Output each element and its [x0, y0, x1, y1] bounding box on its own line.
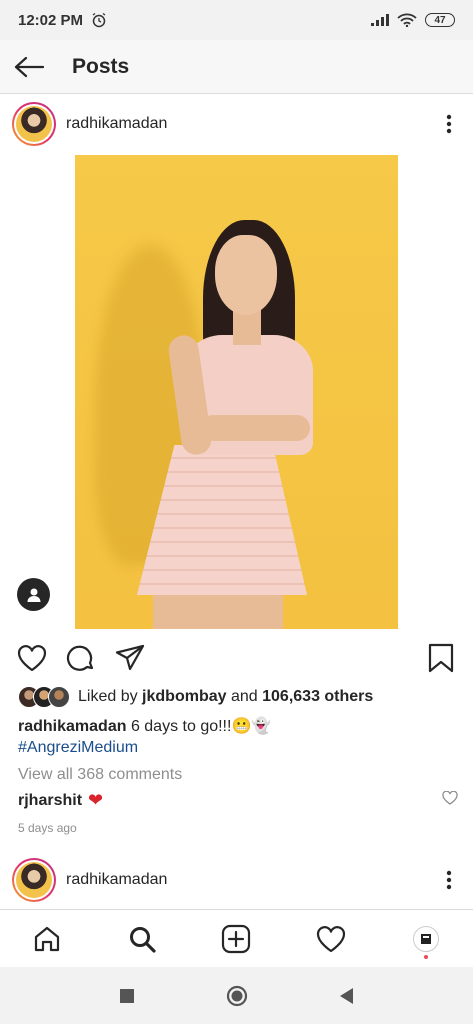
battery-indicator: 47 [425, 13, 455, 27]
home-icon [35, 926, 60, 951]
alarm-icon [92, 12, 106, 28]
system-back-button[interactable] [332, 981, 362, 1011]
save-button[interactable] [425, 642, 457, 674]
more-options-button[interactable] [437, 109, 461, 139]
user-icon [27, 588, 40, 602]
action-bar [0, 636, 473, 680]
search-icon [129, 926, 156, 953]
comment-row: rjharshit ❤ [18, 790, 458, 811]
heart-icon [442, 790, 458, 805]
comment-button[interactable] [65, 642, 97, 674]
add-post-icon [222, 924, 251, 953]
tagged-users-button[interactable] [17, 578, 50, 611]
post-header: radhikamadan [0, 95, 473, 153]
home-system-button[interactable] [222, 981, 252, 1011]
square-icon [119, 988, 134, 1003]
post-username[interactable]: radhikamadan [66, 115, 167, 133]
comment-like-button[interactable] [442, 790, 458, 810]
avatar[interactable] [12, 102, 56, 146]
recents-button[interactable] [112, 981, 142, 1011]
wifi-icon [397, 13, 417, 27]
more-vertical-icon [446, 114, 452, 134]
bookmark-icon [428, 643, 454, 673]
view-all-comments-link[interactable]: View all 368 comments [18, 766, 182, 784]
next-post-header: radhikamadan [0, 851, 473, 909]
signal-icon [371, 14, 389, 26]
heart-icon [316, 925, 346, 952]
circle-icon [226, 985, 247, 1006]
notification-dot [423, 954, 428, 959]
avatar[interactable] [12, 858, 56, 902]
nav-search[interactable] [120, 917, 164, 961]
status-time: 12:02 PM [18, 11, 84, 29]
post-photo[interactable] [75, 155, 398, 629]
post-media[interactable] [0, 155, 473, 629]
triangle-back-icon [339, 987, 353, 1004]
avatar [48, 686, 70, 708]
arrow-left-icon [14, 56, 44, 77]
app-header: Posts [0, 40, 473, 94]
likes-others[interactable]: 106,633 others [262, 688, 373, 706]
more-options-button[interactable] [437, 865, 461, 895]
nav-activity[interactable] [309, 917, 353, 961]
bottom-navigation [0, 909, 473, 967]
more-vertical-icon [446, 870, 452, 890]
post-username[interactable]: radhikamadan [66, 871, 167, 889]
post-caption: radhikamadan 6 days to go!!!😬👻 [18, 717, 271, 737]
nav-home[interactable] [25, 917, 69, 961]
nav-profile[interactable] [404, 917, 448, 961]
nav-new-post[interactable] [214, 917, 258, 961]
heart-icon [17, 645, 47, 672]
likes-prefix: Liked by [78, 688, 138, 705]
likes-connector: and [230, 688, 258, 705]
share-button[interactable] [114, 642, 146, 674]
system-navigation [0, 967, 473, 1024]
first-liker[interactable]: jkdbombay [142, 688, 226, 706]
profile-avatar-icon [412, 925, 439, 952]
like-button[interactable] [16, 642, 48, 674]
status-bar: 12:02 PM 47 [0, 0, 473, 40]
caption-username[interactable]: radhikamadan [18, 718, 126, 735]
likes-summary[interactable]: Liked by jkdbombay and 106,633 others [18, 686, 373, 708]
comment-icon [66, 645, 94, 671]
post-timestamp: 5 days ago [18, 821, 77, 835]
liker-avatars [18, 686, 70, 708]
caption-text: 6 days to go!!!😬👻 [130, 718, 272, 735]
paper-plane-icon [115, 644, 145, 671]
caption-hashtag[interactable]: #AngreziMedium [18, 739, 138, 757]
page-title: Posts [72, 54, 130, 78]
comment-username[interactable]: rjharshit [18, 792, 82, 810]
back-button[interactable] [0, 40, 58, 94]
comment-text: ❤ [88, 790, 104, 810]
